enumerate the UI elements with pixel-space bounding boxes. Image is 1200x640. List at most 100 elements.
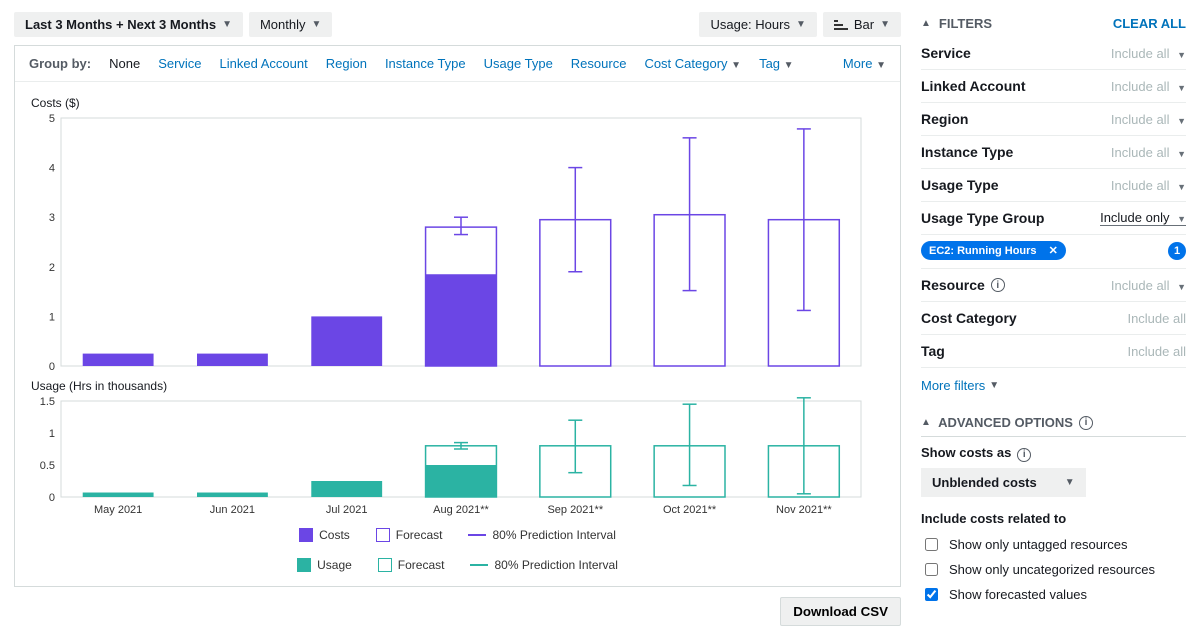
legend-usage-label: Usage bbox=[317, 558, 352, 572]
costs-legend: Costs Forecast 80% Prediction Interval bbox=[29, 520, 886, 550]
svg-text:1.5: 1.5 bbox=[40, 396, 55, 408]
filter-count: 1 bbox=[1168, 242, 1186, 260]
chevron-down-icon: ▼ bbox=[989, 380, 999, 391]
filter-chip-row: EC2: Running Hours ✕ 1 bbox=[921, 235, 1186, 269]
filter-row-region[interactable]: Region Include all ▼ bbox=[921, 103, 1186, 136]
chart-type-select[interactable]: Bar ▼ bbox=[823, 12, 901, 37]
svg-text:Nov 2021**: Nov 2021** bbox=[776, 504, 832, 516]
show-costs-as-label: Show costs asi bbox=[921, 445, 1186, 462]
usage-title: Usage (Hrs in thousands) bbox=[31, 379, 886, 393]
filter-row-tag[interactable]: Tag Include all bbox=[921, 335, 1186, 368]
group-by-tag[interactable]: Tag ▼ bbox=[759, 56, 794, 71]
chevron-down-icon: ▼ bbox=[222, 19, 232, 30]
filter-value[interactable]: Include all ▼ bbox=[1111, 145, 1186, 160]
filter-name: Usage Type Group bbox=[921, 210, 1044, 226]
filters-title: FILTERS bbox=[939, 16, 992, 31]
side-panel: ▲ FILTERS CLEAR ALL Service Include all ▼… bbox=[921, 12, 1186, 626]
group-by-linked-account[interactable]: Linked Account bbox=[220, 56, 308, 71]
filter-value[interactable]: Include all bbox=[1127, 311, 1186, 326]
filter-name: Instance Type bbox=[921, 144, 1013, 160]
chevron-down-icon: ▼ bbox=[796, 19, 806, 30]
close-icon[interactable]: ✕ bbox=[1049, 244, 1058, 257]
group-by-cost-category[interactable]: Cost Category ▼ bbox=[644, 56, 741, 71]
group-by-none: None bbox=[109, 56, 140, 71]
more-filters-link[interactable]: More filters▼ bbox=[921, 368, 999, 411]
filter-name: Usage Type bbox=[921, 177, 999, 193]
info-icon[interactable]: i bbox=[991, 278, 1005, 292]
svg-text:Oct 2021**: Oct 2021** bbox=[663, 504, 717, 516]
svg-text:5: 5 bbox=[49, 113, 55, 125]
filter-value[interactable]: Include all ▼ bbox=[1111, 178, 1186, 193]
chevron-up-icon: ▲ bbox=[921, 18, 931, 29]
checkbox[interactable] bbox=[925, 563, 938, 576]
show-costs-as-select[interactable]: Unblended costs ▼ bbox=[921, 468, 1086, 497]
group-by-bar: Group by: None Service Linked Account Re… bbox=[15, 46, 900, 82]
svg-text:May 2021: May 2021 bbox=[94, 504, 142, 516]
filter-row-resource[interactable]: Resource i Include all ▼ bbox=[921, 269, 1186, 302]
filter-value[interactable]: Include all ▼ bbox=[1111, 112, 1186, 127]
filter-value[interactable]: Include all ▼ bbox=[1111, 278, 1186, 293]
filter-name: Tag bbox=[921, 343, 945, 359]
chevron-down-icon: ▼ bbox=[1177, 116, 1186, 126]
chevron-down-icon: ▼ bbox=[876, 60, 886, 71]
legend-costs-label: Costs bbox=[319, 528, 350, 542]
legend-interval-label: 80% Prediction Interval bbox=[492, 528, 615, 542]
filter-value[interactable]: Include all bbox=[1127, 344, 1186, 359]
filters-header[interactable]: ▲ FILTERS CLEAR ALL bbox=[921, 12, 1186, 37]
filter-row-linked-account[interactable]: Linked AccountInclude all ▼ bbox=[921, 70, 1186, 103]
chevron-down-icon: ▼ bbox=[1177, 83, 1186, 93]
legend-interval-swatch bbox=[468, 534, 486, 536]
checkbox[interactable] bbox=[925, 588, 938, 601]
group-by-service[interactable]: Service bbox=[158, 56, 201, 71]
metric-select[interactable]: Usage: Hours ▼ bbox=[699, 12, 816, 37]
granularity-select[interactable]: Monthly ▼ bbox=[249, 12, 332, 37]
filter-value[interactable]: Include only ▼ bbox=[1100, 210, 1186, 226]
filter-name: Resource bbox=[921, 277, 985, 293]
filter-row-usage-type[interactable]: Usage Type Include all ▼ bbox=[921, 169, 1186, 202]
filter-name: Region bbox=[921, 111, 968, 127]
chart-card: Group by: None Service Linked Account Re… bbox=[14, 45, 901, 587]
filter-row-cost-category[interactable]: Cost CategoryInclude all bbox=[921, 302, 1186, 335]
date-range-select[interactable]: Last 3 Months + Next 3 Months ▼ bbox=[14, 12, 243, 37]
legend-forecast-swatch bbox=[376, 528, 390, 542]
legend-forecast-label: Forecast bbox=[396, 528, 443, 542]
group-by-instance-type[interactable]: Instance Type bbox=[385, 56, 466, 71]
group-by-more[interactable]: More ▼ bbox=[843, 56, 886, 71]
filter-chip[interactable]: EC2: Running Hours ✕ bbox=[921, 241, 1066, 260]
chevron-down-icon: ▼ bbox=[312, 19, 322, 30]
bar-chart-icon bbox=[834, 20, 848, 30]
info-icon[interactable]: i bbox=[1017, 448, 1031, 462]
group-by-resource[interactable]: Resource bbox=[571, 56, 627, 71]
group-by-usage-type[interactable]: Usage Type bbox=[484, 56, 553, 71]
legend-costs-swatch bbox=[299, 528, 313, 542]
legend-interval-label: 80% Prediction Interval bbox=[494, 558, 617, 572]
svg-text:2: 2 bbox=[49, 262, 55, 274]
group-by-label: Group by: bbox=[29, 56, 91, 71]
opt-forecasted[interactable]: Show forecasted values bbox=[921, 582, 1186, 607]
download-csv-button[interactable]: Download CSV bbox=[780, 597, 901, 626]
advanced-options-header[interactable]: ▲ ADVANCED OPTIONS i bbox=[921, 411, 1186, 437]
filter-name: Service bbox=[921, 45, 971, 61]
clear-all-button[interactable]: CLEAR ALL bbox=[1113, 16, 1186, 31]
filter-value[interactable]: Include all ▼ bbox=[1111, 46, 1186, 61]
date-range-label: Last 3 Months + Next 3 Months bbox=[25, 17, 216, 32]
opt-uncategorized[interactable]: Show only uncategorized resources bbox=[921, 557, 1186, 582]
include-costs-label: Include costs related to bbox=[921, 511, 1186, 526]
filter-row-instance-type[interactable]: Instance Type Include all ▼ bbox=[921, 136, 1186, 169]
filter-row-usage-type-group[interactable]: Usage Type Group Include only ▼ bbox=[921, 202, 1186, 235]
chevron-up-icon: ▲ bbox=[921, 417, 931, 428]
chevron-down-icon: ▼ bbox=[1065, 477, 1075, 488]
filter-value[interactable]: Include all ▼ bbox=[1111, 79, 1186, 94]
legend-usage-swatch bbox=[297, 558, 311, 572]
info-icon[interactable]: i bbox=[1079, 416, 1093, 430]
usage-chart: 00.511.5May 2021Jun 2021Jul 2021Aug 2021… bbox=[29, 395, 869, 517]
opt-untagged[interactable]: Show only untagged resources bbox=[921, 532, 1186, 557]
chevron-down-icon: ▼ bbox=[1177, 182, 1186, 192]
filter-row-service[interactable]: Service Include all ▼ bbox=[921, 37, 1186, 70]
group-by-region[interactable]: Region bbox=[326, 56, 367, 71]
svg-text:0: 0 bbox=[49, 492, 55, 504]
top-toolbar: Last 3 Months + Next 3 Months ▼ Monthly … bbox=[14, 12, 901, 37]
checkbox[interactable] bbox=[925, 538, 938, 551]
legend-interval-swatch bbox=[470, 564, 488, 566]
metric-label: Usage: Hours bbox=[710, 17, 789, 32]
